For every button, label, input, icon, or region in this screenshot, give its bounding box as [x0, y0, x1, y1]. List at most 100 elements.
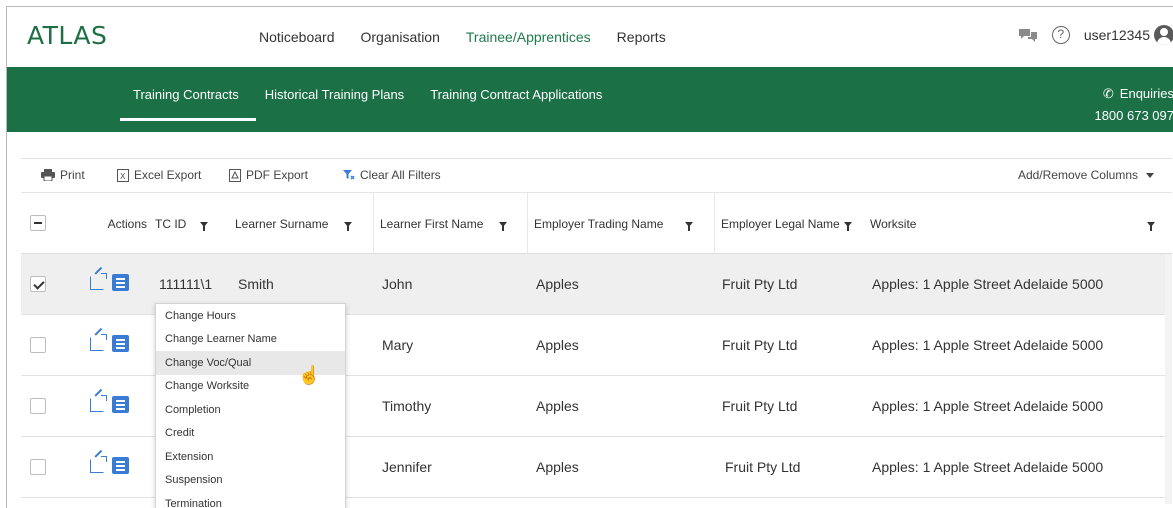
nav-organisation[interactable]: Organisation — [361, 29, 440, 45]
filter-icon[interactable] — [499, 221, 508, 231]
row-menu-icon[interactable] — [112, 457, 129, 474]
app-logo[interactable]: ATLAS — [27, 21, 107, 50]
filter-icon[interactable] — [843, 221, 852, 231]
header-worksite[interactable]: Worksite — [864, 193, 1165, 255]
cell-legal-name: Fruit Pty Ltd — [725, 459, 801, 475]
print-button[interactable]: Print — [41, 168, 85, 182]
clear-filters-label: Clear All Filters — [360, 168, 441, 182]
grid-scrollbar[interactable] — [1165, 254, 1172, 504]
cell-first-name: Jennifer — [382, 459, 432, 475]
cell-worksite: Apples: 1 Apple Street Adelaide 5000 — [872, 337, 1104, 353]
user-menu[interactable]: user12345 — [1084, 25, 1173, 45]
phone-icon: ✆ — [1102, 86, 1114, 101]
row-checkbox[interactable] — [30, 398, 46, 414]
header-employer-legal-name[interactable]: Employer Legal Name — [714, 193, 864, 255]
excel-export-label: Excel Export — [134, 168, 202, 182]
nav-reports[interactable]: Reports — [617, 29, 666, 45]
header-learner-surname[interactable]: Learner Surname — [228, 193, 373, 255]
svg-text:X: X — [120, 172, 126, 181]
filter-icon[interactable] — [200, 221, 209, 231]
enquiries-block: ✆ Enquiries 1800 673 097 — [1094, 83, 1173, 127]
cell-first-name: Mary — [382, 337, 414, 353]
row-menu-icon[interactable] — [112, 335, 129, 352]
open-external-icon[interactable] — [90, 395, 107, 412]
excel-export-button[interactable]: X Excel Export — [117, 168, 201, 182]
sub-nav: Training Contracts Historical Training P… — [133, 87, 628, 102]
add-remove-columns-label: Add/Remove Columns — [1017, 168, 1138, 182]
row-menu-icon[interactable] — [112, 274, 129, 291]
clear-filter-icon — [343, 170, 355, 180]
cell-first-name: John — [382, 276, 413, 292]
top-bar: ATLAS Noticeboard Organisation Trainee/A… — [7, 7, 1173, 67]
clear-filters-button[interactable]: Clear All Filters — [343, 168, 441, 182]
cell-trading-name: Apples — [536, 337, 579, 353]
header-learner-first-name-label: Learner First Name — [380, 217, 484, 231]
open-external-icon[interactable] — [90, 273, 107, 290]
tab-historical-training-plans[interactable]: Historical Training Plans — [265, 87, 404, 102]
nav-trainee-apprentices[interactable]: Trainee/Apprentices — [466, 29, 591, 45]
header-worksite-label: Worksite — [870, 217, 917, 231]
menu-item-credit[interactable]: Credit — [156, 422, 345, 446]
pdf-export-button[interactable]: PDF Export — [229, 168, 308, 182]
tab-training-contract-applications[interactable]: Training Contract Applications — [430, 87, 602, 102]
grid-toolbar: Print X Excel Export PDF Export Clear Al… — [21, 158, 1172, 192]
header-employer-trading-name[interactable]: Employer Trading Name — [527, 193, 714, 255]
menu-item-termination[interactable]: Termination — [156, 492, 345, 508]
tab-training-contracts[interactable]: Training Contracts — [133, 87, 239, 102]
chat-icon[interactable] — [1018, 27, 1038, 43]
menu-item-change-hours[interactable]: Change Hours — [156, 304, 345, 328]
pdf-icon — [229, 168, 241, 182]
active-tab-underline — [120, 118, 256, 121]
row-checkbox[interactable] — [30, 337, 46, 353]
username: user12345 — [1083, 27, 1150, 43]
menu-item-change-learner-name[interactable]: Change Learner Name — [156, 328, 345, 352]
enquiries-phone[interactable]: 1800 673 097 — [1094, 105, 1173, 127]
cell-legal-name: Fruit Pty Ltd — [722, 398, 798, 414]
menu-item-completion[interactable]: Completion — [156, 398, 345, 422]
header-employer-legal-name-label: Employer Legal Name — [721, 217, 840, 231]
cell-legal-name: Fruit Pty Ltd — [722, 337, 798, 353]
header-tc-id-label: TC ID — [155, 217, 187, 231]
cell-trading-name: Apples — [536, 276, 579, 292]
header-learner-surname-label: Learner Surname — [235, 217, 329, 231]
avatar-icon — [1154, 25, 1173, 45]
header-learner-first-name[interactable]: Learner First Name — [373, 193, 527, 255]
select-all-checkbox[interactable] — [30, 215, 46, 231]
open-external-icon[interactable] — [90, 334, 107, 351]
row-checkbox[interactable] — [30, 459, 46, 475]
cell-trading-name: Apples — [536, 459, 579, 475]
add-remove-columns-dropdown[interactable]: Add/Remove Columns — [1018, 168, 1154, 182]
cell-first-name: Timothy — [382, 398, 432, 414]
print-label: Print — [60, 168, 85, 182]
hand-cursor-icon: ☝ — [298, 365, 321, 385]
cell-worksite: Apples: 1 Apple Street Adelaide 5000 — [872, 459, 1104, 475]
nav-noticeboard[interactable]: Noticeboard — [259, 29, 335, 45]
app-window: ATLAS Noticeboard Organisation Trainee/A… — [6, 6, 1173, 508]
filter-icon[interactable] — [1147, 222, 1155, 231]
menu-item-extension[interactable]: Extension — [156, 445, 345, 469]
row-checkbox[interactable] — [30, 276, 46, 292]
header-employer-trading-name-label: Employer Trading Name — [534, 217, 664, 231]
menu-item-suspension[interactable]: Suspension — [156, 469, 345, 493]
top-right-tools: ? user12345 — [1018, 25, 1173, 45]
filter-icon[interactable] — [685, 221, 694, 231]
row-actions-menu: Change Hours Change Learner Name Change … — [155, 303, 346, 508]
grid-header: Actions TC ID Learner Surname Learner Fi… — [21, 192, 1172, 255]
cell-legal-name: Fruit Pty Ltd — [722, 276, 798, 292]
cell-trading-name: Apples — [536, 398, 579, 414]
enquiries-label: Enquiries — [1119, 86, 1173, 101]
help-icon[interactable]: ? — [1051, 26, 1070, 44]
filter-icon[interactable] — [344, 221, 353, 231]
cell-worksite: Apples: 1 Apple Street Adelaide 5000 — [872, 398, 1104, 414]
sub-nav-bar: Training Contracts Historical Training P… — [7, 67, 1173, 132]
cell-worksite: Apples: 1 Apple Street Adelaide 5000 — [872, 276, 1104, 292]
open-external-icon[interactable] — [90, 456, 107, 473]
excel-icon: X — [117, 168, 129, 182]
header-tc-id[interactable]: TC ID — [151, 193, 228, 255]
pdf-export-label: PDF Export — [246, 168, 309, 182]
printer-icon — [41, 169, 55, 181]
row-menu-icon[interactable] — [112, 396, 129, 413]
caret-down-icon — [1146, 172, 1154, 178]
main-nav: Noticeboard Organisation Trainee/Apprent… — [259, 29, 692, 45]
header-actions-label: Actions — [107, 217, 147, 231]
